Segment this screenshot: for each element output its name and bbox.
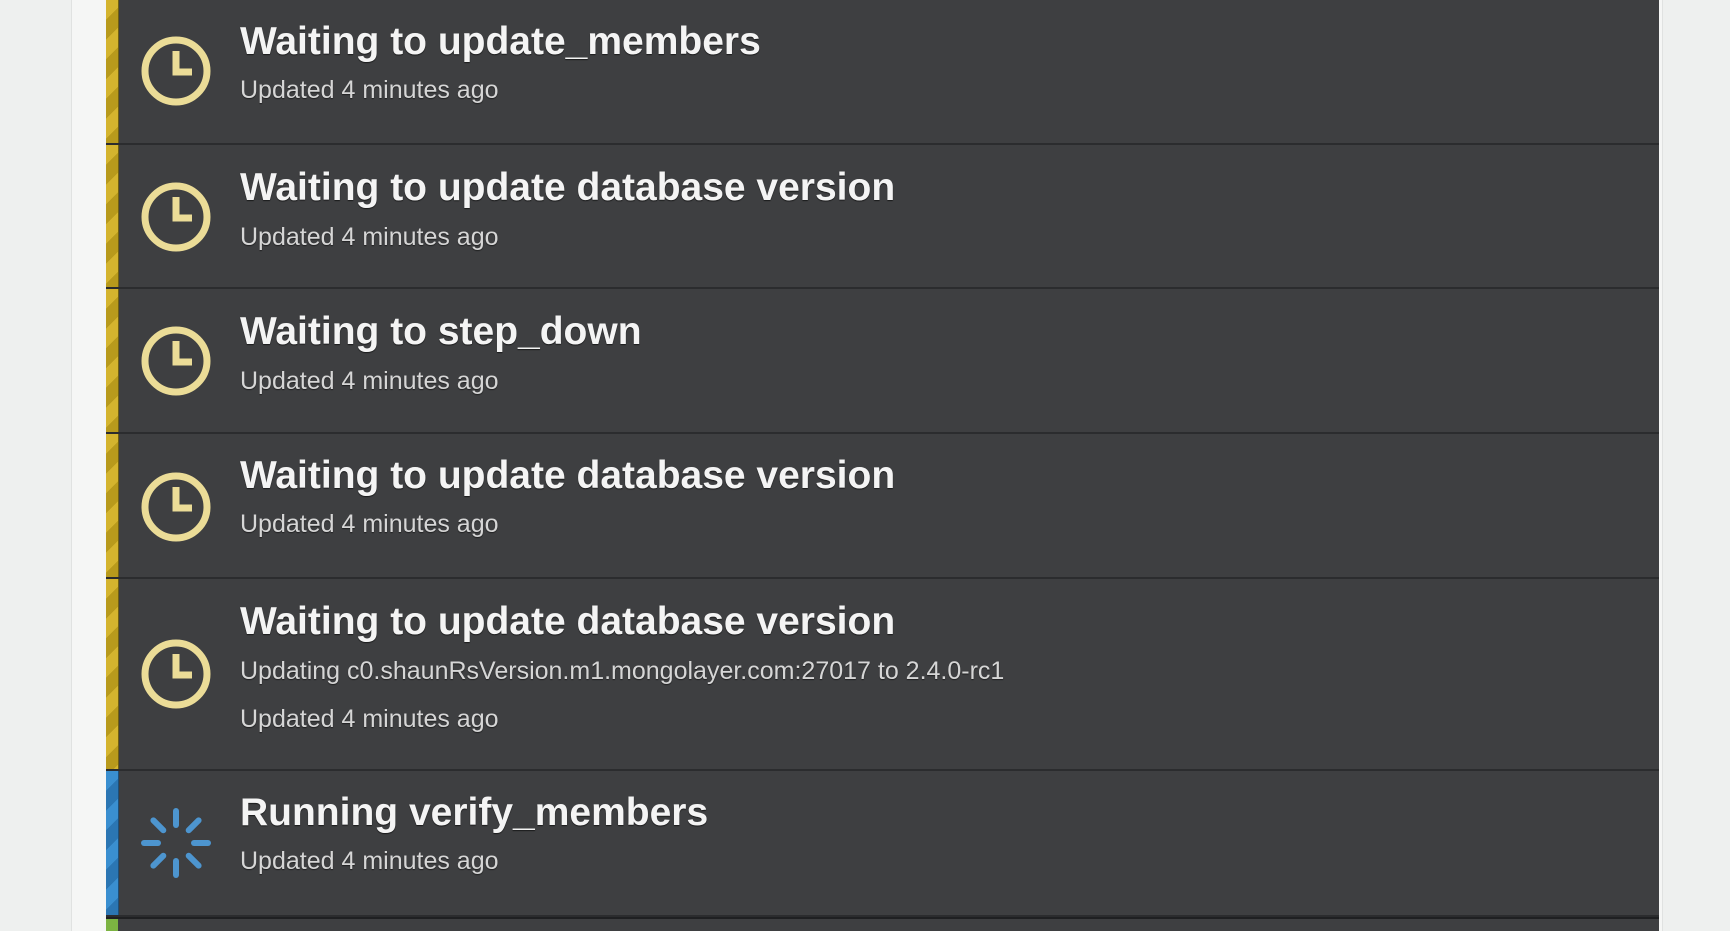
task-item[interactable]: Waiting to update database version Updat… (106, 434, 1659, 579)
clock-icon (141, 326, 211, 396)
task-list: Waiting to update_members Updated 4 minu… (106, 0, 1659, 931)
status-stripe (106, 919, 118, 931)
task-updated: Updated 4 minutes ago (240, 847, 499, 875)
task-item[interactable]: Waiting to update database version Updat… (106, 145, 1659, 289)
task-title: Waiting to update_members (240, 20, 761, 63)
task-title: Waiting to step_down (240, 310, 642, 353)
status-stripe (106, 579, 119, 769)
task-title: Running verify_members (240, 791, 709, 834)
status-stripe (106, 0, 119, 143)
status-stripe (106, 145, 119, 287)
clock-icon (141, 182, 211, 252)
task-item[interactable]: Waiting to update_members Updated 4 minu… (106, 0, 1659, 145)
task-updated: Updated 4 minutes ago (240, 705, 499, 733)
spinner-icon (141, 808, 211, 878)
task-title: Waiting to update database version (240, 454, 896, 497)
task-title: Waiting to update database version (240, 166, 896, 209)
task-item[interactable] (106, 917, 1659, 931)
task-updated: Updated 4 minutes ago (240, 76, 499, 104)
task-title: Waiting to update database version (240, 600, 896, 643)
task-updated: Updated 4 minutes ago (240, 510, 499, 538)
task-updated: Updated 4 minutes ago (240, 223, 499, 251)
task-updated: Updated 4 minutes ago (240, 367, 499, 395)
status-stripe (106, 434, 119, 577)
status-stripe (106, 771, 119, 915)
clock-icon (141, 36, 211, 106)
clock-icon (141, 472, 211, 542)
task-item[interactable]: Running verify_members Updated 4 minutes… (106, 771, 1659, 917)
task-detail: Updating c0.shaunRsVersion.m1.mongolayer… (240, 657, 1005, 685)
task-item[interactable]: Waiting to update database version Updat… (106, 579, 1659, 771)
clock-icon (141, 639, 211, 709)
task-item[interactable]: Waiting to step_down Updated 4 minutes a… (106, 289, 1659, 434)
status-stripe (106, 289, 119, 432)
